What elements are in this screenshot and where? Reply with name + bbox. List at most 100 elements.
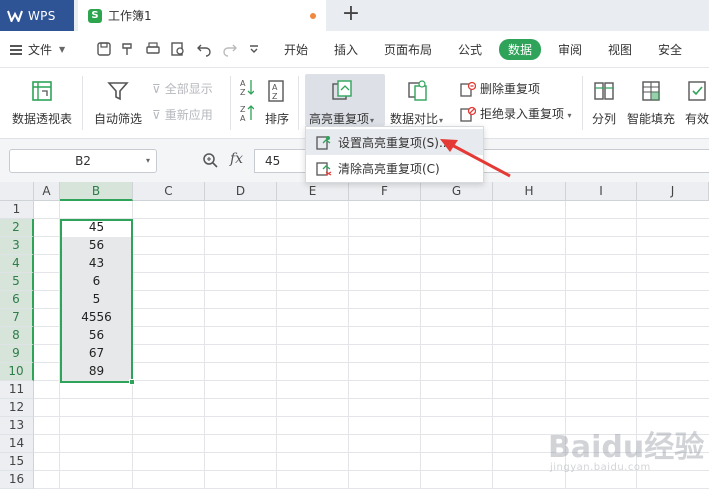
customize-toolbar-icon[interactable] [246,41,262,57]
tab-security[interactable]: 安全 [658,41,682,58]
new-tab-button[interactable]: + [340,3,362,25]
tab-insert[interactable]: 插入 [334,41,358,58]
reject-duplicate-label: 拒绝录入重复项 ▾ [480,107,572,121]
fill-handle[interactable] [129,379,135,385]
highlight-set-icon [316,136,331,150]
tab-formula[interactable]: 公式 [458,41,482,58]
validation-button[interactable]: 有效 [685,78,709,127]
tab-page-layout[interactable]: 页面布局 [384,41,432,58]
smart-fill-label: 智能填充 [627,112,676,126]
column-header-b[interactable]: B [60,182,133,201]
sort-asc-button[interactable]: AZ [240,78,254,96]
wps-home-tab[interactable]: WPS [0,0,74,31]
row-header-10[interactable]: 10 [0,363,34,381]
smart-fill-button[interactable]: 智能填充 [627,78,675,127]
clear-highlight-duplicates-label: 清除高亮重复项(C) [338,161,440,176]
grid-row [34,381,709,399]
column-header-i[interactable]: I [566,182,637,201]
data-compare-icon [404,78,430,104]
zoom-search-icon[interactable] [202,152,218,168]
row-header-15[interactable]: 15 [0,453,34,471]
wps-logo-icon [7,10,23,22]
show-all-label: 全部显示 [164,82,213,96]
column-header-g[interactable]: G [421,182,493,201]
reapply-button[interactable]: ⊽ 重新应用 [152,106,213,123]
reject-duplicate-icon [460,106,476,122]
remove-duplicates-button[interactable]: 删除重复项 [460,80,540,97]
row-header-2[interactable]: 2 [0,219,34,237]
cell-b8[interactable]: 56 [60,327,133,345]
cell-b9[interactable]: 67 [60,345,133,363]
document-tab[interactable]: S 工作簿1 [78,0,326,31]
row-header-16[interactable]: 16 [0,471,34,489]
document-tab-label: 工作簿1 [108,9,152,23]
row-header-12[interactable]: 12 [0,399,34,417]
row-header-11[interactable]: 11 [0,381,34,399]
print-preview-icon[interactable] [170,41,186,57]
validation-icon [685,78,709,104]
show-all-button[interactable]: ⊽ 全部显示 [152,80,213,97]
column-header-h[interactable]: H [493,182,566,201]
grid-row [34,237,709,255]
watermark-brand: Baidu经验 [548,430,705,465]
cell-b2[interactable]: 45 [60,219,133,237]
select-all-corner[interactable] [0,182,34,201]
cell-b7[interactable]: 4556 [60,309,133,327]
name-box[interactable]: B2 ▾ [9,149,157,173]
cell-b3[interactable]: 56 [60,237,133,255]
row-header-7[interactable]: 7 [0,309,34,327]
row-header-14[interactable]: 14 [0,435,34,453]
row-header-5[interactable]: 5 [0,273,34,291]
column-header-j[interactable]: J [637,182,709,201]
grid-row [34,201,709,219]
cell-b6[interactable]: 5 [60,291,133,309]
reject-duplicate-entry-button[interactable]: 拒绝录入重复项 ▾ [460,105,572,122]
sort-button[interactable]: AZ 排序 [264,78,290,127]
row-header-1[interactable]: 1 [0,201,34,219]
highlight-duplicates-button[interactable]: 高亮重复项▾ [309,78,374,127]
reapply-label: 重新应用 [164,108,213,122]
svg-text:A: A [240,79,246,88]
redo-icon[interactable] [222,41,238,57]
cell-b10[interactable]: 89 [60,363,133,381]
row-header-4[interactable]: 4 [0,255,34,273]
tab-start[interactable]: 开始 [284,41,308,58]
file-menu[interactable]: 文件 ▼ [10,41,65,58]
autofilter-button[interactable]: 自动筛选 [94,78,142,127]
data-compare-button[interactable]: 数据对比▾ [390,78,443,127]
save-icon[interactable] [96,41,112,57]
format-painter-icon[interactable] [120,41,136,57]
grid-row [34,345,709,363]
filter-clear-icon: ⊽ [152,81,161,96]
filter-icon [105,78,131,104]
column-header-e[interactable]: E [277,182,349,201]
pivot-table-label: 数据透视表 [12,112,73,126]
row-header-6[interactable]: 6 [0,291,34,309]
sort-desc-button[interactable]: ZA [240,104,254,122]
svg-text:A: A [272,83,278,92]
row-header-9[interactable]: 9 [0,345,34,363]
split-column-button[interactable]: 分列 [591,78,617,127]
print-icon[interactable] [145,41,161,57]
row-header-8[interactable]: 8 [0,327,34,345]
ribbon-divider [582,76,583,130]
insert-function-icon[interactable]: fx [230,151,243,167]
split-column-icon [591,78,617,104]
row-header-13[interactable]: 13 [0,417,34,435]
grid-column-line [204,201,205,489]
cell-b5[interactable]: 6 [60,273,133,291]
column-header-a[interactable]: A [34,182,60,201]
tab-view[interactable]: 视图 [608,41,632,58]
column-header-f[interactable]: F [349,182,421,201]
tab-data[interactable]: 数据 [499,39,542,60]
column-header-d[interactable]: D [205,182,277,201]
tab-review[interactable]: 审阅 [558,41,582,58]
ribbon-divider [82,76,83,130]
undo-icon[interactable] [196,41,212,57]
cell-b4[interactable]: 43 [60,255,133,273]
row-header-3[interactable]: 3 [0,237,34,255]
sort-label: 排序 [264,112,289,126]
grid-column-line [492,201,493,489]
pivot-table-button[interactable]: 数据透视表 [12,78,72,127]
column-header-c[interactable]: C [133,182,205,201]
